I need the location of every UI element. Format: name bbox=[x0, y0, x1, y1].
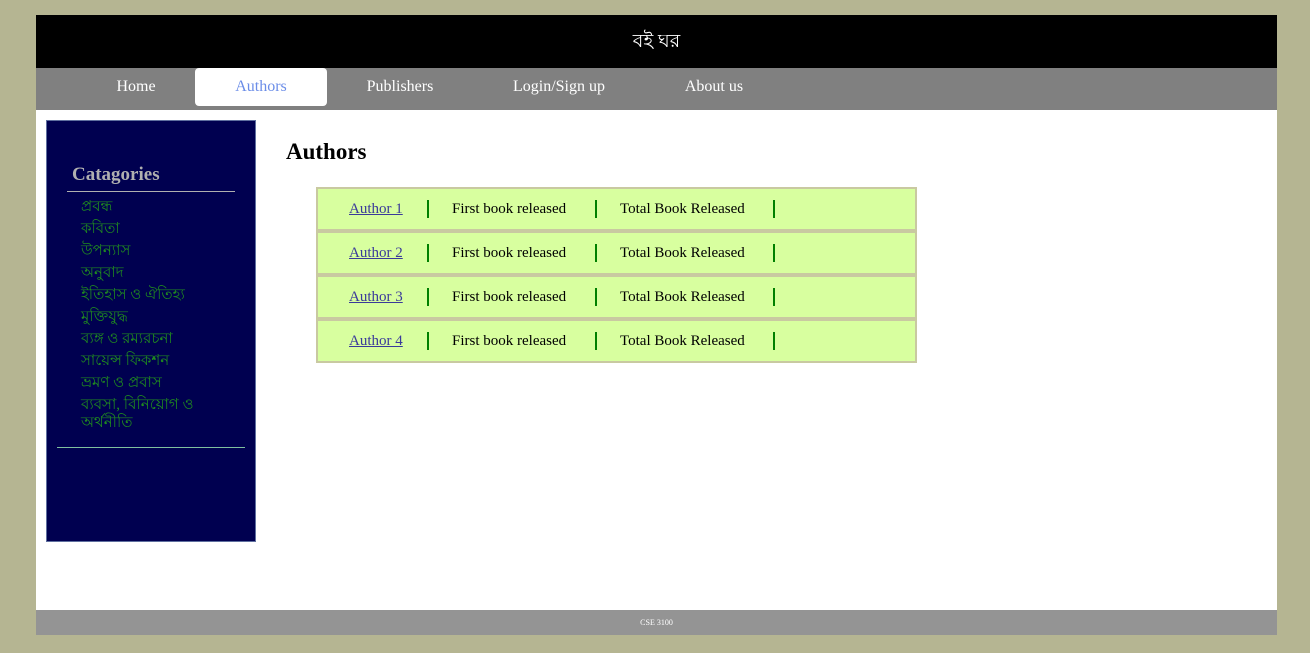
category-item[interactable]: ভ্রমণ ও প্রবাস bbox=[81, 374, 221, 392]
nav-authors[interactable]: Authors bbox=[195, 68, 327, 106]
category-list: প্রবন্ধ কবিতা উপন্যাস অনুবাদ ইতিহাস ও ঐত… bbox=[81, 198, 221, 436]
categories-sidebar: Catagories প্রবন্ধ কবিতা উপন্যাস অনুবাদ … bbox=[46, 120, 256, 542]
column-separator bbox=[427, 200, 429, 218]
category-item[interactable]: প্রবন্ধ bbox=[81, 198, 221, 216]
site-title: বই ঘর bbox=[632, 31, 681, 52]
column-separator bbox=[595, 200, 597, 218]
authors-table: Author 1 First book released Total Book … bbox=[316, 187, 917, 363]
category-item[interactable]: অনুবাদ bbox=[81, 264, 221, 282]
sidebar-divider-top bbox=[67, 191, 235, 192]
table-row: Author 1 First book released Total Book … bbox=[318, 189, 915, 229]
author-link[interactable]: Author 2 bbox=[349, 233, 403, 273]
author-link[interactable]: Author 3 bbox=[349, 277, 403, 317]
column-separator bbox=[773, 288, 775, 306]
nav-login-signup[interactable]: Login/Sign up bbox=[501, 68, 617, 110]
nav-home[interactable]: Home bbox=[96, 68, 176, 110]
table-row: Author 4 First book released Total Book … bbox=[318, 321, 915, 361]
category-item[interactable]: সায়েন্স ফিকশন bbox=[81, 352, 221, 370]
sidebar-title: Catagories bbox=[72, 164, 160, 185]
column-separator bbox=[427, 288, 429, 306]
column-separator bbox=[427, 244, 429, 262]
site-footer: CSE 3100 bbox=[36, 610, 1277, 635]
category-item[interactable]: মুক্তিযুদ্ধ bbox=[81, 308, 221, 326]
total-books-cell: Total Book Released bbox=[620, 201, 745, 217]
category-item[interactable]: ব্যঙ্গ ও রম্যরচনা bbox=[81, 330, 221, 348]
footer-text: CSE 3100 bbox=[640, 618, 673, 627]
site-header: বই ঘর bbox=[36, 15, 1277, 68]
nav-publishers[interactable]: Publishers bbox=[354, 68, 446, 110]
author-link[interactable]: Author 1 bbox=[349, 189, 403, 229]
first-book-cell: First book released bbox=[452, 201, 567, 217]
first-book-cell: First book released bbox=[452, 289, 567, 305]
page-title: Authors bbox=[286, 139, 367, 164]
column-separator bbox=[595, 244, 597, 262]
category-item[interactable]: ব্যবসা, বিনিয়োগ ও অর্থনীতি bbox=[81, 396, 221, 432]
first-book-cell: First book released bbox=[452, 245, 567, 261]
top-nav: Home Authors Publishers Login/Sign up Ab… bbox=[36, 68, 1277, 110]
sidebar-divider-bottom bbox=[57, 447, 245, 448]
column-separator bbox=[773, 332, 775, 350]
category-item[interactable]: উপন্যাস bbox=[81, 242, 221, 260]
column-separator bbox=[427, 332, 429, 350]
total-books-cell: Total Book Released bbox=[620, 289, 745, 305]
column-separator bbox=[595, 288, 597, 306]
table-row: Author 2 First book released Total Book … bbox=[318, 233, 915, 273]
category-item[interactable]: ইতিহাস ও ঐতিহ্য bbox=[81, 286, 221, 304]
category-item[interactable]: কবিতা bbox=[81, 220, 221, 238]
column-separator bbox=[773, 200, 775, 218]
author-link[interactable]: Author 4 bbox=[349, 321, 403, 361]
total-books-cell: Total Book Released bbox=[620, 333, 745, 349]
column-separator bbox=[773, 244, 775, 262]
first-book-cell: First book released bbox=[452, 333, 567, 349]
nav-about-us[interactable]: About us bbox=[674, 68, 754, 110]
column-separator bbox=[595, 332, 597, 350]
table-row: Author 3 First book released Total Book … bbox=[318, 277, 915, 317]
page: বই ঘর Home Authors Publishers Login/Sign… bbox=[36, 15, 1277, 635]
total-books-cell: Total Book Released bbox=[620, 245, 745, 261]
